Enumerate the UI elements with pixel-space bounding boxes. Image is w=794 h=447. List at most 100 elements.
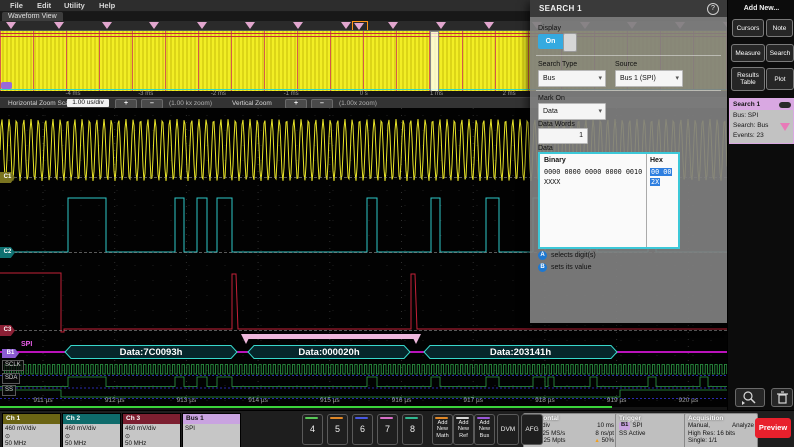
- hex-value-line1[interactable]: 00 00: [650, 168, 672, 176]
- data-label: Data: [538, 145, 553, 152]
- probe-icon: ⊙: [5, 433, 58, 441]
- binary-value-line1[interactable]: 0000 0000 0000 0000 0010: [544, 168, 642, 176]
- add-new-math-label: Add New Math: [433, 420, 452, 440]
- search-button[interactable]: Search: [766, 44, 794, 62]
- zoom-mode-button[interactable]: [735, 388, 765, 407]
- search-type-dropdown[interactable]: Bus ▾: [538, 70, 606, 87]
- search-mark-icon[interactable]: [102, 22, 112, 29]
- data-words-input[interactable]: 1: [538, 128, 588, 144]
- magnifier-icon: [736, 389, 764, 406]
- note-button[interactable]: Note: [766, 19, 793, 37]
- math-color-strip: [435, 417, 448, 419]
- ch1-badge[interactable]: Ch 1 460 mV/div ⊙ 50 MHz: [2, 413, 61, 447]
- display-toggle[interactable]: On: [538, 34, 576, 49]
- ss-label: SS: [2, 385, 16, 396]
- search-mark-icon[interactable]: [341, 22, 351, 29]
- ch3-bandwidth: 50 MHz: [125, 440, 178, 447]
- menu-item-file[interactable]: File: [10, 1, 23, 10]
- ch7-color-strip: [380, 417, 393, 419]
- search-mark-icon[interactable]: [436, 22, 446, 29]
- display-label: Display: [538, 25, 561, 32]
- add-new-bus-label: Add New Bus: [475, 420, 494, 440]
- search-mark-icon[interactable]: [388, 22, 398, 29]
- search1-badge-header[interactable]: Search 1: [730, 99, 793, 110]
- ch1-scale: 460 mV/div: [5, 425, 58, 433]
- knob-a-hint: selects digit(s): [551, 252, 596, 259]
- source-dropdown[interactable]: Bus 1 (SPI) ▾: [615, 70, 683, 87]
- bus1-badge[interactable]: Bus 1 SPI: [182, 413, 241, 447]
- toggle-on-state: On: [538, 34, 563, 49]
- ch3-badge[interactable]: Ch 3 460 mV/div ⊙ 50 MHz: [122, 413, 181, 447]
- add-new-label: Add New...: [728, 5, 794, 12]
- cursors-button[interactable]: Cursors: [732, 19, 764, 37]
- plot-button[interactable]: Plot: [766, 68, 794, 90]
- results-table-button[interactable]: Results Table: [731, 67, 765, 91]
- ch4-button[interactable]: 4: [302, 414, 323, 445]
- ch2-scale: 460 mV/div: [65, 425, 118, 433]
- add-new-ref-button[interactable]: Add New Ref: [453, 414, 474, 445]
- ch2-badge[interactable]: Ch 2 460 mV/div ⊙ 50 MHz: [62, 413, 121, 447]
- search1-bus-line: Bus: SPI: [733, 111, 793, 121]
- hex-header: Hex: [650, 157, 663, 164]
- search-mark-icon[interactable]: [197, 22, 207, 29]
- ch4-number: 4: [310, 424, 315, 434]
- afg-button[interactable]: AFG: [521, 414, 543, 445]
- acq-analyze: Analyze: [732, 422, 754, 430]
- menu-item-help[interactable]: Help: [99, 1, 115, 10]
- search1-badge-body: Bus: SPI Search: Bus Events: 23: [730, 110, 793, 143]
- h-zoom-readout: (1.00 kx zoom): [169, 100, 212, 107]
- acq-count: Single: 1/1: [688, 437, 717, 445]
- data-pattern-box[interactable]: Binary Hex 0000 0000 0000 0000 0010 XXXX…: [538, 152, 680, 249]
- knob-a-icon: A: [538, 251, 547, 260]
- ch6-button[interactable]: 6: [352, 414, 373, 445]
- search1-events-line: Events: 23: [733, 131, 793, 141]
- ch3-ground-line: [14, 330, 727, 331]
- search-mark-icon[interactable]: [54, 22, 64, 29]
- mark-on-dropdown[interactable]: Data ▾: [538, 103, 606, 120]
- menu-item-edit[interactable]: Edit: [37, 1, 51, 10]
- search-mark-icon[interactable]: [6, 22, 16, 29]
- tab-waveform-view[interactable]: Waveform View: [2, 12, 63, 21]
- add-new-bus-button[interactable]: Add New Bus: [474, 414, 495, 445]
- toggle-knob[interactable]: [563, 33, 577, 52]
- panel-title: SEARCH 1: [539, 4, 582, 13]
- zoom-window-indicator[interactable]: [430, 31, 439, 94]
- search1-badge[interactable]: Search 1 Bus: SPI Search: Bus Events: 23: [729, 98, 794, 144]
- ch2-badge-body: 460 mV/div ⊙ 50 MHz: [63, 424, 120, 447]
- bus1-type: SPI: [185, 425, 238, 433]
- h-zoom-scale-input[interactable]: 1.00 us/div: [67, 99, 109, 107]
- eye-icon[interactable]: [779, 102, 791, 108]
- time-axis-label: 911 µs: [26, 397, 60, 404]
- dvm-button[interactable]: DVM: [497, 414, 519, 445]
- binary-value-line2[interactable]: XXXX: [544, 178, 560, 186]
- acquisition-panel[interactable]: Acquisition Manual,Analyze High Res: 16 …: [684, 413, 758, 447]
- search-mark-icon[interactable]: [484, 22, 494, 29]
- ch8-button[interactable]: 8: [402, 414, 423, 445]
- v-zoom-label: Vertical Zoom: [232, 100, 272, 107]
- ch5-button[interactable]: 5: [327, 414, 348, 445]
- data-words-label: Data Words: [538, 121, 575, 128]
- delete-button[interactable]: [771, 388, 793, 407]
- help-icon[interactable]: ?: [707, 3, 719, 15]
- search-mark-icon[interactable]: [149, 22, 159, 29]
- measure-button[interactable]: Measure: [731, 44, 765, 62]
- ch5-color-strip: [330, 417, 343, 419]
- ch7-button[interactable]: 7: [377, 414, 398, 445]
- chevron-down-icon: ▾: [675, 71, 679, 86]
- knob-b-icon: B: [538, 263, 547, 272]
- menu-item-utility[interactable]: Utility: [64, 1, 85, 10]
- acq-mode: Manual,: [688, 422, 710, 430]
- preview-button[interactable]: Preview: [755, 418, 791, 438]
- overview-bus-marker: [1, 82, 12, 89]
- ch8-number: 8: [410, 424, 415, 434]
- hex-value-line2[interactable]: 2X: [650, 178, 660, 186]
- trigger-panel[interactable]: Trigger B1SPI SS Active: [615, 413, 687, 447]
- panel-title-bar[interactable]: SEARCH 1 ?: [530, 0, 727, 17]
- search-mark-icon[interactable]: [293, 22, 303, 29]
- ref-color-strip: [456, 417, 469, 419]
- ch3-badge-body: 460 mV/div ⊙ 50 MHz: [123, 424, 180, 447]
- ch6-number: 6: [360, 424, 365, 434]
- search-mark-icon[interactable]: [245, 22, 255, 29]
- add-new-math-button[interactable]: Add New Math: [432, 414, 453, 445]
- h-trigger-pos: 50%: [602, 437, 614, 444]
